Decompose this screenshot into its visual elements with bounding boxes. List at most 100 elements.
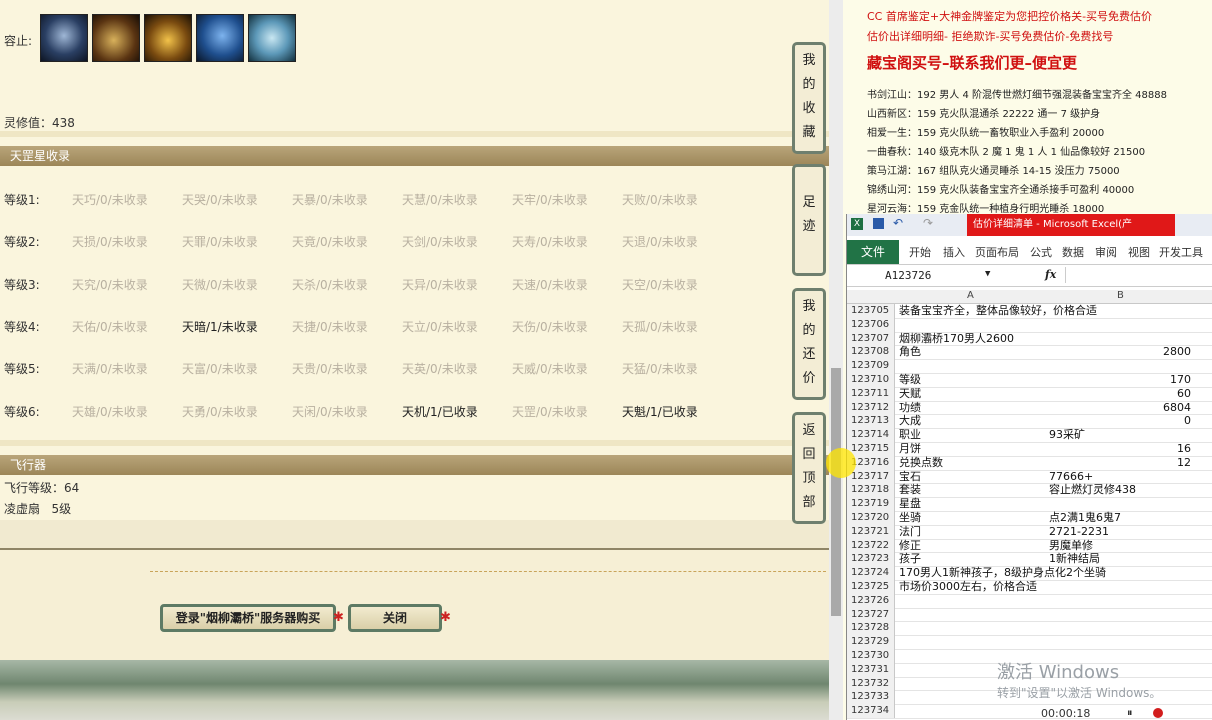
cell-a[interactable]: 烟柳灞桥170男人2600 xyxy=(899,332,1014,346)
cell-b[interactable]: 2721-2231 xyxy=(1049,525,1191,539)
cell-a[interactable]: 星盘 xyxy=(899,497,921,511)
row-number[interactable]: 123726 xyxy=(847,593,895,608)
row-number[interactable]: 123714 xyxy=(847,428,895,442)
cell-b[interactable]: 1新神结局 xyxy=(1049,552,1191,566)
row-number[interactable]: 123727 xyxy=(847,607,895,622)
row-number[interactable]: 123709 xyxy=(847,359,895,373)
cell-a[interactable]: 170男人1新神孩子，8级护身点化2个坐骑 xyxy=(899,566,1106,580)
sheet-row[interactable]: 123719 星盘 xyxy=(847,497,1212,512)
sheet-row[interactable]: 123724 170男人1新神孩子，8级护身点化2个坐骑 xyxy=(847,566,1212,581)
undo-icon[interactable]: ↶ xyxy=(893,216,903,230)
cell-a[interactable]: 兑换点数 xyxy=(899,456,943,470)
footprint-button[interactable]: 足迹 xyxy=(792,164,826,276)
column-a-header[interactable]: A xyxy=(967,290,974,301)
row-number[interactable]: 123723 xyxy=(847,552,895,567)
tab-data[interactable]: 数据 xyxy=(1062,244,1084,260)
favorites-button[interactable]: 我的收藏 xyxy=(792,42,826,154)
record-stop-icon[interactable] xyxy=(1153,708,1163,718)
row-number[interactable]: 123705 xyxy=(847,304,895,318)
row-number[interactable]: 123722 xyxy=(847,538,895,553)
sheet-row[interactable]: 123720 坐骑 点2满1鬼6鬼7 xyxy=(847,511,1212,526)
row-number[interactable]: 123708 xyxy=(847,345,895,360)
cell-b[interactable]: 6804 xyxy=(1049,401,1191,415)
cell-b[interactable]: 2800 xyxy=(1049,345,1191,359)
tab-developer[interactable]: 开发工具 xyxy=(1159,244,1203,260)
sheet-row[interactable]: 123715 月饼 16 xyxy=(847,442,1212,457)
cell-b[interactable]: 170 xyxy=(1049,373,1191,387)
close-button[interactable]: 关闭 xyxy=(348,604,442,632)
item-icon-2[interactable] xyxy=(92,14,140,62)
row-number[interactable]: 123721 xyxy=(847,524,895,539)
cell-a[interactable]: 套装 xyxy=(899,483,921,497)
sheet-row[interactable]: 123729 xyxy=(847,635,1212,650)
row-number[interactable]: 123712 xyxy=(847,400,895,415)
row-number[interactable]: 123711 xyxy=(847,386,895,401)
cell-b[interactable]: 点2满1鬼6鬼7 xyxy=(1049,511,1191,525)
row-number[interactable]: 123719 xyxy=(847,497,895,511)
cell-a[interactable]: 法门 xyxy=(899,525,921,539)
name-box-dropdown-icon[interactable]: ▼ xyxy=(985,269,990,279)
row-number[interactable]: 123707 xyxy=(847,331,895,346)
row-number[interactable]: 123713 xyxy=(847,414,895,429)
sheet-row[interactable]: 123706 xyxy=(847,317,1212,333)
tab-page-layout[interactable]: 页面布局 xyxy=(975,244,1019,260)
row-number[interactable]: 123725 xyxy=(847,580,895,594)
sheet-row[interactable]: 123727 xyxy=(847,607,1212,623)
row-number[interactable]: 123732 xyxy=(847,676,895,691)
sheet-row[interactable]: 123725 市场价3000左右，价格合适 xyxy=(847,580,1212,595)
scrollbar-thumb[interactable] xyxy=(831,368,841,616)
row-number[interactable]: 123718 xyxy=(847,483,895,498)
my-bargain-button[interactable]: 我的还价 xyxy=(792,288,826,400)
row-number[interactable]: 123710 xyxy=(847,373,895,387)
tab-formulas[interactable]: 公式 xyxy=(1030,244,1052,260)
formula-input[interactable] xyxy=(1065,267,1212,283)
cell-b[interactable]: 93采矿 xyxy=(1049,428,1191,442)
cell-b[interactable]: 容止燃灯灵修438 xyxy=(1049,483,1191,497)
cell-b[interactable]: 60 xyxy=(1049,387,1191,401)
tab-insert[interactable]: 插入 xyxy=(943,244,965,260)
cell-a[interactable]: 修正 xyxy=(899,539,921,553)
cell-a[interactable]: 天赋 xyxy=(899,387,921,401)
row-number[interactable]: 123717 xyxy=(847,469,895,484)
cell-b[interactable]: 0 xyxy=(1049,414,1191,428)
sheet-row[interactable]: 123726 xyxy=(847,593,1212,609)
item-icon-5[interactable] xyxy=(248,14,296,62)
sheet-row[interactable]: 123713 大成 0 xyxy=(847,414,1212,430)
cell-b[interactable]: 12 xyxy=(1049,456,1191,470)
buy-on-server-button[interactable]: 登录"烟柳灞桥"服务器购买 xyxy=(160,604,336,632)
sheet-row[interactable]: 123708 角色 2800 xyxy=(847,345,1212,361)
cell-a[interactable]: 功绩 xyxy=(899,401,921,415)
sheet-row[interactable]: 123718 套装 容止燃灯灵修438 xyxy=(847,483,1212,499)
pause-icon[interactable]: ⏸ xyxy=(1127,706,1133,720)
row-number[interactable]: 123733 xyxy=(847,690,895,705)
sheet-row[interactable]: 123705 装备宝宝齐全，整体品像较好，价格合适 xyxy=(847,304,1212,319)
sheet-row[interactable]: 123728 xyxy=(847,621,1212,637)
function-icon[interactable]: fx xyxy=(1045,268,1056,281)
sheet-row[interactable]: 123722 修正 男魔单修 xyxy=(847,538,1212,554)
cell-a[interactable]: 坐骑 xyxy=(899,511,921,525)
row-number[interactable]: 123724 xyxy=(847,566,895,580)
tab-review[interactable]: 审阅 xyxy=(1095,244,1117,260)
sheet-row[interactable]: 123721 法门 2721-2231 xyxy=(847,524,1212,540)
row-number[interactable]: 123729 xyxy=(847,635,895,649)
sheet-row[interactable]: 123716 兑换点数 12 xyxy=(847,455,1212,471)
cell-b[interactable]: 男魔单修 xyxy=(1049,539,1191,553)
cell-b[interactable]: 77666+ xyxy=(1049,470,1191,484)
row-number[interactable]: 123706 xyxy=(847,317,895,332)
cell-a[interactable]: 大成 xyxy=(899,414,921,428)
name-box[interactable]: A123726 xyxy=(885,269,931,282)
item-icon-1[interactable] xyxy=(40,14,88,62)
redo-icon[interactable]: ↷ xyxy=(923,216,933,230)
cell-a[interactable]: 装备宝宝齐全，整体品像较好，价格合适 xyxy=(899,304,1097,318)
cell-a[interactable]: 等级 xyxy=(899,373,921,387)
tab-file[interactable]: 文件 xyxy=(847,240,899,264)
sheet-row[interactable]: 123723 孩子 1新神结局 xyxy=(847,552,1212,568)
item-icon-4[interactable] xyxy=(196,14,244,62)
row-number[interactable]: 123715 xyxy=(847,442,895,456)
sheet-row[interactable]: 123709 xyxy=(847,359,1212,374)
item-icon-3[interactable] xyxy=(144,14,192,62)
row-number[interactable]: 123731 xyxy=(847,662,895,677)
cell-a[interactable]: 角色 xyxy=(899,345,921,359)
sheet-row[interactable]: 123714 职业 93采矿 xyxy=(847,428,1212,443)
cell-a[interactable]: 宝石 xyxy=(899,470,921,484)
